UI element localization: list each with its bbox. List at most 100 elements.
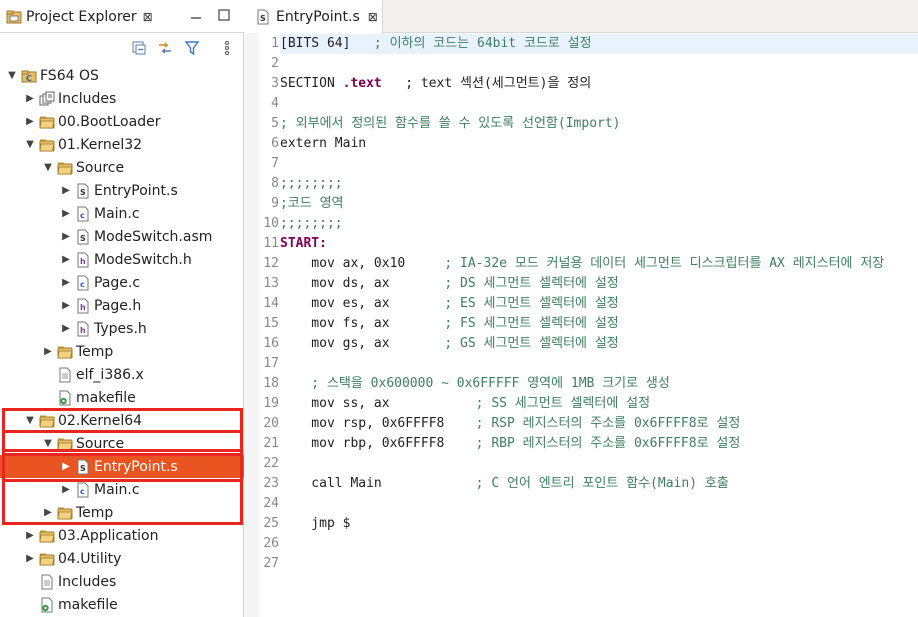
code-line[interactable] bbox=[280, 94, 918, 114]
code-line[interactable] bbox=[280, 494, 918, 514]
code-line[interactable] bbox=[280, 154, 918, 174]
editor-area: S EntryPoint.s ⊠ 1 2 3 4 5 6 7 8 9 10 11 12 13 14 15 16… bbox=[245, 0, 918, 617]
expand-arrow-icon[interactable]: ▶ bbox=[60, 300, 72, 312]
code-line[interactable]: mov rbp, 0x6FFFF8 ; RBP 레지스터의 주소를 0x6FFF… bbox=[280, 434, 918, 454]
maximize-icon[interactable] bbox=[216, 7, 232, 23]
collapse-arrow-icon[interactable]: ▼ bbox=[6, 70, 18, 82]
line-number: 18 bbox=[263, 376, 279, 391]
tree-item-label: Page.h bbox=[94, 297, 142, 314]
tree-item-label: Includes bbox=[58, 573, 117, 590]
code-line[interactable] bbox=[280, 54, 918, 74]
line-number: 4 bbox=[271, 96, 279, 111]
code-line[interactable]: mov fs, ax ; FS 세그먼트 셀렉터에 설정 bbox=[280, 314, 918, 334]
code-line[interactable]: mov ax, 0x10 ; IA-32e 모드 커널용 데이터 세그먼트 디스… bbox=[280, 254, 918, 274]
code-line[interactable]: mov ds, ax ; DS 세그먼트 셀렉터에 설정 bbox=[280, 274, 918, 294]
code-line[interactable]: ;;;;;;;; bbox=[280, 174, 918, 194]
tree-item-01-kernel32[interactable]: ▼ 01.Kernel32 bbox=[0, 133, 244, 156]
expand-arrow-icon[interactable]: ▶ bbox=[60, 254, 72, 266]
view-menu-icon[interactable] bbox=[219, 40, 235, 56]
filter-icon[interactable] bbox=[184, 40, 200, 56]
expand-arrow-icon[interactable]: ▶ bbox=[24, 530, 36, 542]
expand-arrow-icon[interactable]: ▶ bbox=[60, 185, 72, 197]
line-number: 8 bbox=[271, 176, 279, 191]
tree-item-source[interactable]: ▼ Source bbox=[0, 156, 244, 179]
tree-item-00-bootloader[interactable]: ▶ 00.BootLoader bbox=[0, 110, 244, 133]
code-line[interactable] bbox=[280, 554, 918, 574]
expand-arrow-icon[interactable]: ▶ bbox=[24, 116, 36, 128]
code-line[interactable]: call Main ; C 언어 엔트리 포인트 함수(Main) 호출 bbox=[280, 474, 918, 494]
tree-item-temp[interactable]: ▶ Temp bbox=[0, 340, 244, 363]
collapse-arrow-icon[interactable]: ▼ bbox=[24, 139, 36, 151]
code-line[interactable]: ;코드 영역 bbox=[280, 194, 918, 214]
line-number: 24 bbox=[263, 496, 279, 511]
code-line[interactable] bbox=[280, 354, 918, 374]
code-text: mov rsp, 0x6FFFF8 bbox=[280, 416, 476, 431]
code-line[interactable] bbox=[280, 534, 918, 554]
expand-arrow-icon[interactable]: ▶ bbox=[24, 93, 36, 105]
close-icon[interactable]: ⊠ bbox=[368, 10, 378, 24]
code-line[interactable]: mov es, ax ; ES 세그먼트 셀렉터에 설정 bbox=[280, 294, 918, 314]
editor-tab-entrypoint[interactable]: S EntryPoint.s ⊠ bbox=[245, 0, 383, 34]
code-line[interactable]: ; 스택을 0x600000 ~ 0x6FFFFF 영역에 1MB 크기로 생성 bbox=[280, 374, 918, 394]
expand-arrow-icon[interactable]: ▶ bbox=[60, 208, 72, 220]
code-line[interactable]: mov ss, ax ; SS 세그먼트 셀렉터에 설정 bbox=[280, 394, 918, 414]
close-icon[interactable]: ⊠ bbox=[143, 10, 153, 24]
svg-text:c: c bbox=[80, 211, 85, 220]
expand-arrow-icon[interactable]: ▶ bbox=[60, 277, 72, 289]
line-number: 16 bbox=[263, 336, 279, 351]
code-line[interactable]: SECTION .text ; text 섹션(세그먼트)을 정의 bbox=[280, 74, 918, 94]
expand-arrow-icon[interactable]: ▶ bbox=[24, 553, 36, 565]
line-number: 11 bbox=[263, 236, 279, 251]
tree-item-page-h[interactable]: ▶ h Page.h bbox=[0, 294, 244, 317]
code-text: mov ds, ax bbox=[280, 276, 445, 291]
tree-item-modeswitch-h[interactable]: ▶ h ModeSwitch.h bbox=[0, 248, 244, 271]
collapse-all-icon[interactable] bbox=[131, 40, 147, 56]
tree-item-types-h[interactable]: ▶ h Types.h bbox=[0, 317, 244, 340]
code-line[interactable]: ; 외부에서 정의된 함수를 쓸 수 있도록 선언함(Import) bbox=[280, 114, 918, 134]
code-comment: ; 외부에서 정의된 함수를 쓸 수 있도록 선언함(Import) bbox=[280, 116, 621, 131]
code-line[interactable] bbox=[280, 454, 918, 474]
tree-item-fs64-os[interactable]: ▼ C FS64 OS bbox=[0, 64, 244, 87]
code-text: call Main bbox=[280, 476, 476, 491]
project-explorer-tab[interactable]: Project Explorer ⊠ bbox=[0, 0, 160, 33]
code-text: jmp $ bbox=[280, 516, 351, 531]
svg-text:h: h bbox=[80, 326, 86, 335]
collapse-arrow-icon[interactable]: ▼ bbox=[42, 162, 54, 174]
link-with-editor-icon[interactable] bbox=[157, 40, 173, 56]
tree-item-makefile[interactable]: makefile bbox=[0, 593, 244, 616]
tree-item-makefile[interactable]: makefile bbox=[0, 386, 244, 409]
includes-icon bbox=[39, 91, 55, 107]
tree-item-includes[interactable]: ▶ Includes bbox=[0, 87, 244, 110]
code-editor[interactable]: [BITS 64] ; 이하의 코드는 64bit 코드로 설정 SECTION … bbox=[280, 33, 918, 617]
s-file-icon: S bbox=[75, 229, 91, 245]
svg-text:h: h bbox=[80, 303, 86, 312]
svg-text:c: c bbox=[80, 280, 85, 289]
tree-item-entrypoint-s[interactable]: ▶ S EntryPoint.s bbox=[0, 179, 244, 202]
expand-arrow-icon[interactable]: ▶ bbox=[60, 323, 72, 335]
code-line[interactable]: mov gs, ax ; GS 세그먼트 셀렉터에 설정 bbox=[280, 334, 918, 354]
tree-item-main-c[interactable]: ▶ c Main.c bbox=[0, 202, 244, 225]
code-comment: ; DS 세그먼트 셀렉터에 설정 bbox=[444, 276, 619, 291]
code-text: mov gs, ax bbox=[280, 336, 445, 351]
expand-arrow-icon[interactable]: ▶ bbox=[60, 231, 72, 243]
code-line[interactable]: extern Main bbox=[280, 134, 918, 154]
code-text: mov rbp, 0x6FFFF8 bbox=[280, 436, 476, 451]
tree-item-label: ModeSwitch.asm bbox=[94, 228, 213, 245]
expand-arrow-icon[interactable]: ▶ bbox=[42, 346, 54, 358]
minimize-icon[interactable] bbox=[188, 7, 204, 23]
tree-item-04-utility[interactable]: ▶ 04.Utility bbox=[0, 547, 244, 570]
annotation-box-entrypoint bbox=[2, 453, 243, 482]
line-number: 7 bbox=[271, 156, 279, 171]
tree-item-includes[interactable]: Includes bbox=[0, 570, 244, 593]
tree-item-03-application[interactable]: ▶ 03.Application bbox=[0, 524, 244, 547]
code-line[interactable]: jmp $ bbox=[280, 514, 918, 534]
tree-item-modeswitch-asm[interactable]: ▶ S ModeSwitch.asm bbox=[0, 225, 244, 248]
tree-item-elf-i386-x[interactable]: elf_i386.x bbox=[0, 363, 244, 386]
code-line[interactable]: ;;;;;;;; bbox=[280, 214, 918, 234]
code-line[interactable]: START: bbox=[280, 234, 918, 254]
tree-item-page-c[interactable]: ▶ c Page.c bbox=[0, 271, 244, 294]
line-number: 15 bbox=[263, 316, 279, 331]
code-line[interactable]: mov rsp, 0x6FFFF8 ; RSP 레지스터의 주소를 0x6FFF… bbox=[280, 414, 918, 434]
code-line[interactable]: [BITS 64] ; 이하의 코드는 64bit 코드로 설정 bbox=[280, 34, 918, 54]
